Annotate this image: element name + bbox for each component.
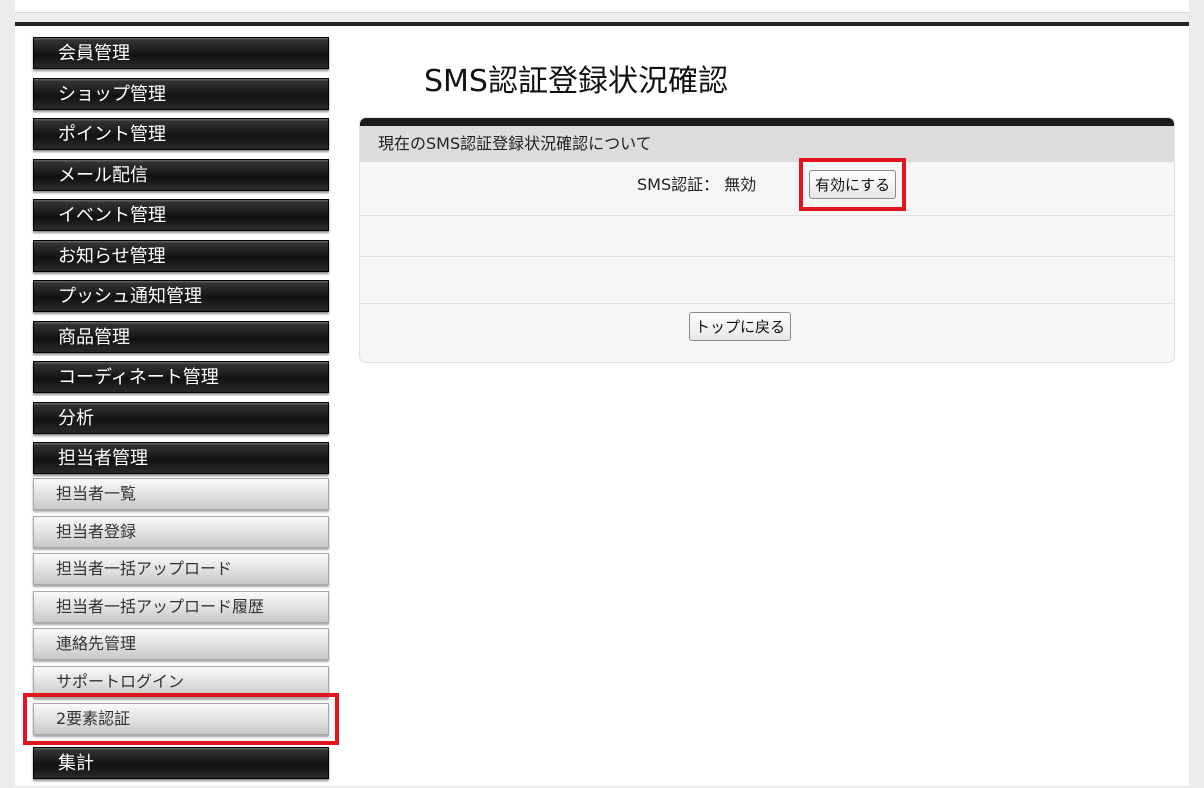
sidebar-item-push[interactable]: プッシュ通知管理 <box>33 280 329 312</box>
sidebar: 会員管理 ショップ管理 ポイント管理 メール配信 イベント管理 お知らせ管理 プ… <box>23 37 339 788</box>
page-container: 会員管理 ショップ管理 ポイント管理 メール配信 イベント管理 お知らせ管理 プ… <box>15 22 1189 786</box>
sidebar-item-mail[interactable]: メール配信 <box>33 158 329 191</box>
empty-row <box>360 216 1174 257</box>
sidebar-item-notices[interactable]: お知らせ管理 <box>33 239 329 272</box>
page-title: SMS認証登録状況確認 <box>424 64 728 99</box>
sidebar-subitem-staff-register[interactable]: 担当者登録 <box>33 515 329 548</box>
sms-status-value: 無効 <box>724 175 757 194</box>
enable-sms-button[interactable]: 有効にする <box>809 170 897 199</box>
sidebar-subitem-staff-bulk-upload-history[interactable]: 担当者一括アップロード履歴 <box>33 590 329 623</box>
top-band <box>15 0 1189 13</box>
sidebar-item-points[interactable]: ポイント管理 <box>33 118 329 150</box>
sidebar-subitem-staff-bulk-upload[interactable]: 担当者一括アップロード <box>33 553 329 585</box>
panel-header: 現在のSMS認証登録状況確認について <box>360 126 1174 162</box>
sidebar-item-analytics[interactable]: 分析 <box>33 401 329 434</box>
panel-footer: トップに戻る <box>360 304 1174 352</box>
sidebar-item-coordinates[interactable]: コーディネート管理 <box>33 361 329 393</box>
sidebar-item-aggregate[interactable]: 集計 <box>33 747 329 779</box>
sidebar-subitem-two-factor[interactable]: 2要素認証 <box>23 693 339 745</box>
sms-status-text: SMS認証： 無効 <box>637 171 756 195</box>
sms-label: SMS認証： <box>637 175 720 194</box>
sms-status-panel: 現在のSMS認証登録状況確認について SMS認証： 無効 有効にする トップに戻… <box>360 118 1174 362</box>
empty-row <box>360 257 1174 304</box>
sidebar-item-products[interactable]: 商品管理 <box>33 320 329 353</box>
sidebar-item-shops[interactable]: ショップ管理 <box>33 77 329 110</box>
sidebar-item-events[interactable]: イベント管理 <box>33 199 329 231</box>
sidebar-subitem-support-login[interactable]: サポートログイン <box>33 665 329 698</box>
sidebar-item-members[interactable]: 会員管理 <box>33 37 329 69</box>
sms-status-row: SMS認証： 無効 有効にする <box>360 158 1174 216</box>
sidebar-subitem-contacts[interactable]: 連絡先管理 <box>33 628 329 660</box>
enable-button-highlight: 有効にする <box>799 158 907 211</box>
sidebar-item-staff[interactable]: 担当者管理 <box>33 442 329 474</box>
sidebar-subitem-staff-list[interactable]: 担当者一覧 <box>33 478 329 510</box>
back-to-top-button[interactable]: トップに戻る <box>689 312 792 341</box>
